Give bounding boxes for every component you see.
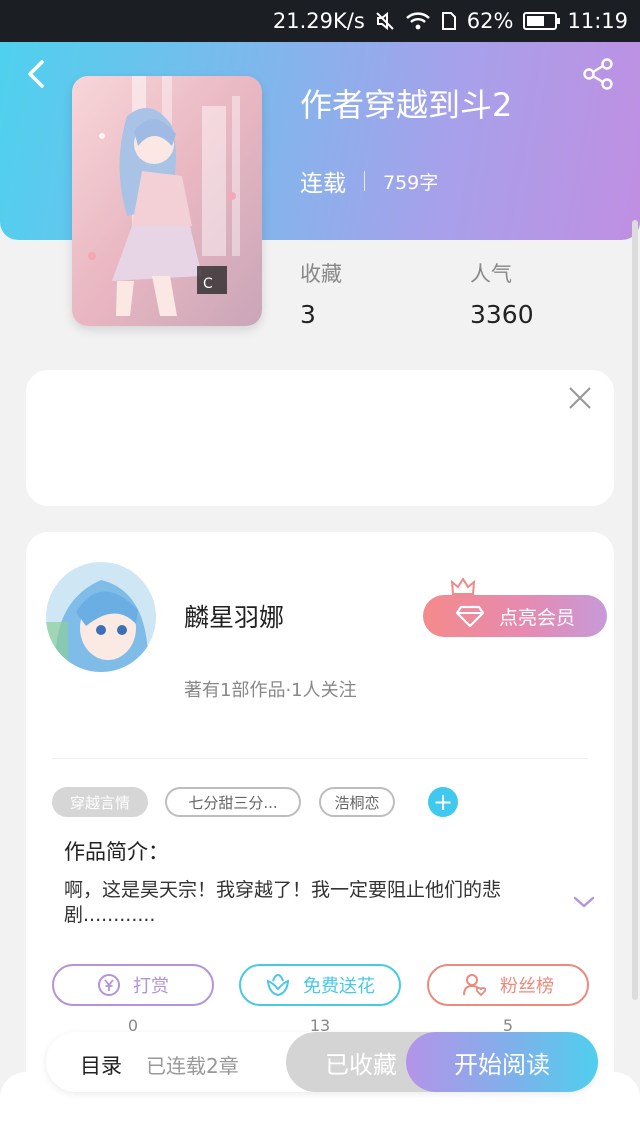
intro-title: 作品简介： <box>64 840 169 864</box>
chevron-left-icon <box>28 60 44 88</box>
stat-label: 收藏 <box>300 262 342 286</box>
scrollbar[interactable] <box>632 220 638 1000</box>
network-speed: 21.29K/s <box>272 9 365 33</box>
user-heart-icon <box>462 973 488 997</box>
status-bar: 21.29K/s 62% 11:19 <box>0 0 640 42</box>
wifi-icon <box>405 11 431 31</box>
stat-label: 人气 <box>470 262 512 286</box>
clock: 11:19 <box>567 9 628 33</box>
divider <box>52 758 588 759</box>
plus-icon: + <box>432 788 454 816</box>
meta-divider <box>364 171 365 191</box>
add-tag-button[interactable]: + <box>428 787 458 817</box>
start-reading-label: 开始阅读 <box>454 1050 550 1079</box>
share-button[interactable] <box>580 56 616 92</box>
author-name[interactable]: 麟星羽娜 <box>184 598 284 634</box>
stat-favorites: 收藏 3 <box>300 258 342 329</box>
flower-icon <box>265 973 291 997</box>
chapter-count[interactable]: 已连载2章 <box>146 1050 239 1079</box>
send-flower-button[interactable]: 免费送花 <box>239 964 401 1006</box>
ad-card <box>26 370 614 506</box>
tag-couple[interactable]: 浩桐恋 <box>319 787 395 817</box>
serial-status: 连载 <box>300 171 346 197</box>
word-count: 759字 <box>383 171 439 194</box>
diamond-icon <box>455 605 485 628</box>
share-icon <box>583 58 613 90</box>
cover-illustration: C <box>72 76 262 326</box>
stat-value: 3 <box>300 300 316 329</box>
close-button[interactable] <box>566 384 594 412</box>
book-cover[interactable]: C <box>72 76 262 326</box>
book-title: 作者穿越到斗2 <box>300 86 513 124</box>
close-icon <box>569 387 591 409</box>
stat-popularity: 人气 3360 <box>470 258 534 329</box>
vip-label: 点亮会员 <box>498 606 575 629</box>
mute-icon <box>375 11 395 31</box>
sim-icon <box>441 11 457 31</box>
svg-text:C: C <box>203 276 213 292</box>
book-meta: 连载 759字 <box>300 164 438 198</box>
back-button[interactable] <box>20 56 56 92</box>
avatar-image <box>46 562 156 672</box>
battery-level <box>527 16 544 26</box>
favorited-label: 已收藏 <box>325 1050 397 1079</box>
reward-button[interactable]: 打赏 <box>52 964 214 1006</box>
stat-value: 3360 <box>470 300 534 329</box>
tag-genre[interactable]: 穿越言情 <box>52 787 148 817</box>
tag-style[interactable]: 七分甜三分... <box>165 787 301 817</box>
send-flower-label: 免费送花 <box>303 976 375 997</box>
reward-label: 打赏 <box>133 976 169 997</box>
fan-ranking-button[interactable]: 粉丝榜 <box>427 964 589 1006</box>
table-of-contents-button[interactable]: 目录 <box>80 1050 122 1080</box>
start-reading-button[interactable]: 开始阅读 <box>406 1032 598 1092</box>
author-info: 著有1部作品·1人关注 <box>184 680 357 701</box>
chevron-down-icon[interactable] <box>572 894 596 910</box>
battery-icon <box>523 12 561 30</box>
fan-ranking-label: 粉丝榜 <box>500 976 554 997</box>
battery-percent: 62% <box>466 9 514 33</box>
yen-coin-icon <box>97 973 121 997</box>
intro-text: 啊，这是昊天宗！我穿越了！我一定要阻止他们的悲剧............ <box>64 879 502 926</box>
avatar[interactable] <box>46 562 156 672</box>
vip-button[interactable]: 点亮会员 <box>423 595 607 637</box>
